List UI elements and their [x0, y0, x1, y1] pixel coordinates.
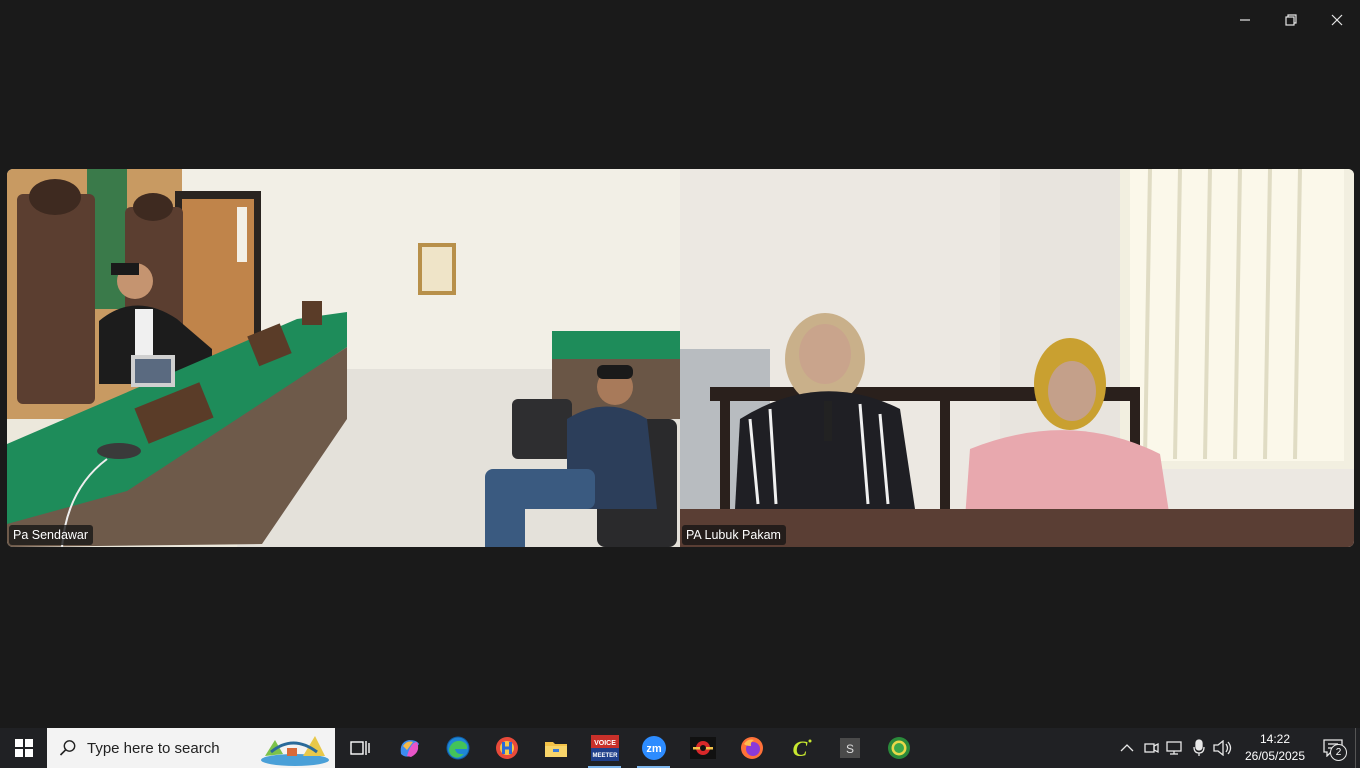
- tray-microphone[interactable]: [1187, 728, 1211, 768]
- show-desktop-button[interactable]: [1355, 728, 1360, 768]
- zoom-icon: zm: [641, 736, 666, 760]
- search-icon: [59, 740, 76, 756]
- tray-webcam[interactable]: [1139, 728, 1163, 768]
- close-icon: [1331, 14, 1343, 26]
- taskbar-task-view[interactable]: [335, 728, 384, 768]
- voicemeeter-icon: VOICE MEETER: [590, 735, 619, 761]
- app-colorful-icon: [495, 737, 518, 759]
- system-tray: 14:22 26/05/2025 2: [1115, 728, 1360, 768]
- tray-volume[interactable]: [1211, 728, 1235, 768]
- close-button[interactable]: [1314, 0, 1360, 40]
- restore-icon: [1285, 14, 1297, 26]
- taskbar-copilot[interactable]: [384, 728, 433, 768]
- voicemeeter-label-top: VOICE: [594, 740, 616, 747]
- copilot-icon: [400, 740, 419, 757]
- taskbar-app-green[interactable]: [874, 728, 923, 768]
- minimize-icon: [1240, 19, 1250, 21]
- participant-name-tag: PA Lubuk Pakam: [682, 525, 786, 545]
- c-app-label: C: [792, 736, 807, 760]
- taskbar-edge[interactable]: [433, 728, 482, 768]
- microphone-icon: [1193, 739, 1205, 756]
- taskbar-app-c[interactable]: C: [776, 728, 825, 768]
- video-tile-pa-sendawar[interactable]: Pa Sendawar: [7, 169, 680, 547]
- taskbar-clock[interactable]: 14:22 26/05/2025: [1239, 731, 1311, 765]
- restore-button[interactable]: [1268, 0, 1314, 40]
- c-app-icon: C: [792, 736, 811, 760]
- edge-icon: [446, 736, 469, 760]
- start-button[interactable]: [0, 728, 47, 768]
- app-red-icon: [689, 737, 716, 759]
- hearing-room-video-feed: [680, 169, 1354, 547]
- video-tile-pa-lubuk-pakam[interactable]: PA Lubuk Pakam: [680, 169, 1354, 547]
- window-controls: [1222, 0, 1360, 40]
- taskbar-app-s[interactable]: S: [825, 728, 874, 768]
- webcam-icon: [1144, 742, 1159, 754]
- taskbar-zoom[interactable]: zm: [629, 728, 678, 768]
- green-app-icon: [887, 737, 910, 759]
- task-view-icon: [349, 741, 370, 755]
- taskbar-firefox[interactable]: [727, 728, 776, 768]
- minimize-button[interactable]: [1222, 0, 1268, 40]
- voicemeeter-label-bottom: MEETER: [592, 753, 618, 759]
- s-app-icon: S: [839, 738, 860, 758]
- pinned-apps: VOICE MEETER zm C S: [335, 728, 923, 768]
- taskbar: VOICE MEETER zm: [0, 728, 1360, 768]
- speaker-icon: [1213, 740, 1232, 756]
- notification-center-button[interactable]: 2: [1311, 728, 1355, 768]
- taskbar-file-explorer[interactable]: [531, 728, 580, 768]
- firefox-icon: [740, 737, 763, 759]
- participant-name-tag: Pa Sendawar: [9, 525, 94, 545]
- search-highlight-illustration-icon: [257, 730, 331, 766]
- notification-count-badge: 2: [1330, 744, 1347, 761]
- courtroom-video-feed: [7, 169, 680, 547]
- taskbar-app-red[interactable]: [678, 728, 727, 768]
- s-app-label: S: [845, 742, 853, 756]
- clock-time: 14:22: [1259, 732, 1291, 746]
- tray-network[interactable]: [1163, 728, 1187, 768]
- folder-icon: [544, 742, 567, 757]
- windows-logo-icon: [14, 739, 33, 757]
- chevron-up-icon: [1120, 744, 1134, 752]
- zoom-icon-label: zm: [646, 743, 662, 755]
- search-input[interactable]: [85, 738, 239, 758]
- taskbar-app-colorful[interactable]: [482, 728, 531, 768]
- network-icon: [1166, 741, 1182, 755]
- taskbar-voicemeeter[interactable]: VOICE MEETER: [580, 728, 629, 768]
- taskbar-search[interactable]: [47, 728, 335, 768]
- show-hidden-icons-button[interactable]: [1115, 728, 1139, 768]
- clock-date: 26/05/2025: [1244, 749, 1306, 763]
